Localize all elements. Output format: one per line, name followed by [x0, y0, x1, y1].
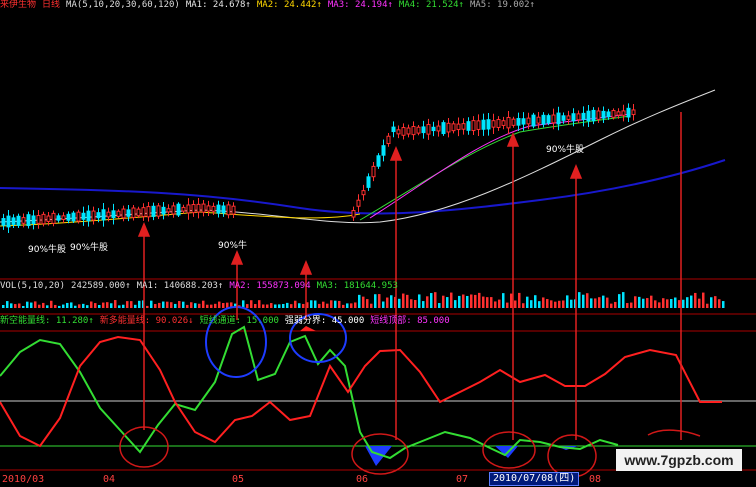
indicator-a: 新空能量线: 11.280↑: [0, 316, 94, 326]
indicator-header: 新空能量线: 11.280↑ 新多能量线: 90.026↓ 短线通道: 15.000…: [0, 316, 456, 327]
date-label: 06: [356, 474, 368, 485]
stock-chart[interactable]: 90%牛股 90%牛股 90%牛 90%牛股 2010/03 04 05 06 …: [0, 0, 756, 487]
selected-date: 2010/07/08(四): [489, 472, 580, 486]
ma-value: MA3: 24.194↑: [327, 0, 393, 10]
period-label: 日线: [42, 0, 61, 10]
volume-ma1: MA1: 140688.203↑: [136, 281, 224, 291]
candlesticks: [1, 103, 636, 233]
ma-blue-line: [0, 159, 726, 215]
volume-ma3: MA3: 181644.953: [316, 281, 398, 291]
date-label: 07: [456, 474, 468, 485]
price-header: 来伊生物 日线 MA(5,10,20,30,60,120) MA1: 24.678↑ M…: [0, 0, 541, 11]
energy-line-red: [0, 335, 722, 448]
volume-ma2: MA2: 155873.094: [229, 281, 311, 291]
date-label: 05: [232, 474, 244, 485]
indicator-b: 新多能量线: 90.026↓: [99, 316, 194, 326]
watermark: www.7gpzb.com: [616, 449, 742, 471]
ma-value: MA1: 24.678↑: [185, 0, 251, 10]
stock-name: 来伊生物: [0, 0, 37, 10]
indicator-e: 短线顶部: 85.000: [370, 316, 450, 326]
volume-label: VOL(5,10,20): [0, 281, 66, 291]
date-label: 04: [103, 474, 115, 485]
ma-value: MA2: 24.442↑: [256, 0, 322, 10]
date-label: 2010/03: [2, 474, 44, 485]
bull-annotation: 90%牛: [218, 239, 247, 251]
indicator-d: 强弱分界: 45.000: [284, 316, 365, 326]
ma-value: MA5: 19.002↑: [469, 0, 535, 10]
energy-line-green: [0, 325, 619, 460]
bull-annotation: 90%牛股: [546, 143, 584, 155]
date-label: 08: [589, 474, 601, 485]
ma-params: MA(5,10,20,30,60,120): [66, 0, 180, 10]
bull-annotation: 90%牛股: [28, 243, 66, 255]
volume-header: VOL(5,10,20) 242589.000↑ MA1: 140688.203↑ M…: [0, 281, 404, 292]
ma-value: MA4: 21.524↑: [398, 0, 464, 10]
volume-bars: [2, 292, 725, 308]
volume-value: 242589.000↑: [71, 281, 131, 291]
indicator-c: 短线通道: 15.000: [199, 316, 279, 326]
bull-annotation: 90%牛股: [70, 241, 108, 253]
